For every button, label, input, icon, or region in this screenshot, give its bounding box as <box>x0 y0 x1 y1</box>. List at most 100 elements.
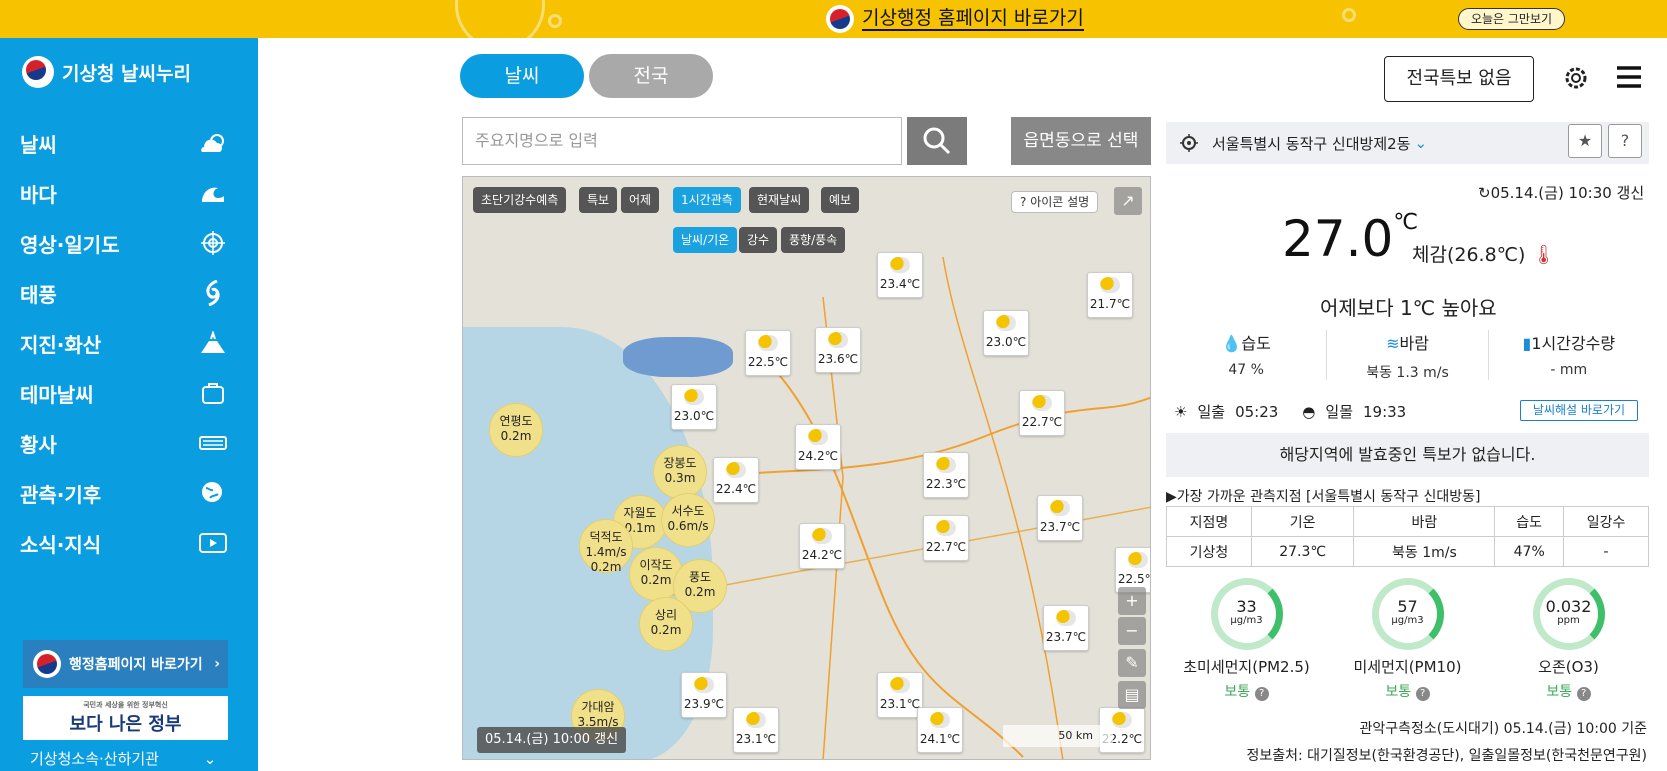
buoy-marker[interactable]: 서수도 0.6m/s <box>661 493 715 547</box>
station-marker[interactable]: 22.7℃ <box>1019 390 1065 436</box>
help-icon[interactable]: ? <box>1254 687 1269 701</box>
banner-decoration <box>455 0 545 38</box>
current-temperature: 27.0℃ <box>1282 210 1418 268</box>
help-icon[interactable]: ? <box>1576 687 1591 701</box>
map-tab-forecast[interactable]: 예보 <box>821 187 860 213</box>
buoy-marker[interactable]: 장봉도 0.3m <box>653 445 707 499</box>
rain-stat: ▮1시간강수량 - mm <box>1489 330 1649 380</box>
sidebar-item-sea[interactable]: 바다 <box>0 168 258 218</box>
current-stats: 💧습도 47 % ≋바람 북동 1.3 m/s ▮1시간강수량 - mm <box>1166 330 1649 381</box>
map-tab-yesterday[interactable]: 어제 <box>621 187 660 213</box>
map-tab-nowcast[interactable]: 초단기강수예측 <box>473 187 567 213</box>
map-tab-warning[interactable]: 특보 <box>579 187 618 213</box>
rain-value: - mm <box>1550 362 1588 378</box>
station-marker[interactable]: 23.0℃ <box>983 310 1029 356</box>
station-marker[interactable]: 23.7℃ <box>1037 495 1083 541</box>
station-marker[interactable]: 23.0℃ <box>671 384 717 430</box>
droplet-icon: 💧 <box>1221 334 1242 353</box>
affiliated-agencies-toggle[interactable]: 기상청소속·산하기관 ⌄ <box>30 748 216 769</box>
banner-decoration <box>1342 8 1356 22</box>
buoy-value: 0.6m/s <box>667 519 709 533</box>
target-icon <box>198 230 228 256</box>
gov-innovation-banner[interactable]: 국민과 세상을 위한 정부혁신 보다 나은 정부 <box>23 696 228 740</box>
brand-logo[interactable]: 기상청 날씨누리 <box>22 56 191 88</box>
menu-icon[interactable] <box>1616 64 1642 94</box>
map-tab-current[interactable]: 현재날씨 <box>749 187 810 213</box>
map-layer-icon[interactable]: ▤ <box>1118 681 1146 709</box>
station-marker[interactable]: 23.1℃ <box>733 707 779 753</box>
map-subtab-weather-temp[interactable]: 날씨/기온 <box>673 227 738 253</box>
sunset-time: 19:33 <box>1363 402 1407 421</box>
external-link-icon[interactable]: ↗ <box>1114 187 1142 215</box>
table-cell: 기상청 <box>1166 536 1252 567</box>
buoy-value: 0.3m <box>664 471 696 485</box>
map-subtab-rain[interactable]: 강수 <box>739 227 778 253</box>
buoy-marker[interactable]: 덕적도 1.4m/s 0.2m <box>579 519 633 574</box>
tab-national[interactable]: 전국 <box>589 54 713 98</box>
station-marker[interactable]: 23.7℃ <box>1043 605 1089 651</box>
search-button[interactable] <box>907 117 967 165</box>
pm25-gauge[interactable]: 33 μg/m3 초미세먼지(PM2.5) 보통 ? <box>1182 578 1312 701</box>
admin-homepage-button[interactable]: 행정홈페이지 바로가기 › <box>23 640 228 688</box>
help-icon[interactable]: ? <box>1608 124 1642 158</box>
zoom-out-button[interactable]: − <box>1118 617 1146 645</box>
station-marker[interactable]: 21.7℃ <box>1087 272 1133 318</box>
temperature-value: 27.0 <box>1282 210 1394 268</box>
map-tab-hourly-obs[interactable]: 1시간관측 <box>673 187 741 213</box>
dismiss-today-button[interactable]: 오늘은 그만보기 <box>1458 8 1565 30</box>
wind-stat: ≋바람 북동 1.3 m/s <box>1327 330 1489 381</box>
buoy-marker[interactable]: 연평도 0.2m <box>489 403 543 457</box>
sidebar-item-news[interactable]: 소식·지식 <box>0 518 258 568</box>
icon-help-button[interactable]: ? 아이콘 설명 <box>1011 191 1099 213</box>
search-icon <box>923 127 951 155</box>
weather-map[interactable]: 초단기강수예측 특보 어제 1시간관측 현재날씨 예보 날씨/기온 강수 풍향/… <box>462 176 1151 760</box>
pm10-gauge[interactable]: 57 μg/m3 미세먼지(PM10) 보통 ? <box>1343 578 1473 701</box>
sidebar-item-weather[interactable]: 날씨 <box>0 118 258 168</box>
buoy-marker[interactable]: 상리 0.2m <box>639 597 693 651</box>
tab-weather[interactable]: 날씨 <box>460 54 584 98</box>
favorite-star-icon[interactable]: ★ <box>1568 124 1602 158</box>
sidebar-item-label: 바다 <box>20 182 57 207</box>
station-marker[interactable]: 24.2℃ <box>799 523 845 569</box>
station-marker[interactable]: 22.3℃ <box>923 452 969 498</box>
buoy-name: 덕적도 <box>589 530 623 544</box>
no-warning-notice: 해당지역에 발효중인 특보가 없습니다. <box>1166 433 1649 477</box>
sidebar-item-imagery[interactable]: 영상·일기도 <box>0 218 258 268</box>
feels-like: 체감(26.8℃) 🌡 <box>1412 240 1556 267</box>
weather-explanation-button[interactable]: 날씨해설 바로가기 <box>1520 400 1638 421</box>
gear-icon[interactable] <box>1562 64 1590 96</box>
station-marker[interactable]: 24.1℃ <box>917 707 963 753</box>
zoom-in-button[interactable]: + <box>1118 587 1146 615</box>
gov-banner-text: 보다 나은 정부 <box>69 714 182 735</box>
station-marker[interactable]: 22.4℃ <box>713 457 759 503</box>
sunrise-icon: ☀ <box>1174 402 1188 421</box>
gauge-name: 미세먼지(PM10) <box>1353 658 1462 676</box>
sidebar-item-observation[interactable]: 관측·기후 <box>0 468 258 518</box>
gauge-value: 33 <box>1236 597 1257 616</box>
air-quality: 33 μg/m3 초미세먼지(PM2.5) 보통 ? 57 μg/m3 미세먼지(P… <box>1166 578 1649 701</box>
search-input[interactable]: 주요지명으로 입력 <box>462 117 902 165</box>
sidebar-item-earthquake[interactable]: 지진·화산 <box>0 318 258 368</box>
national-warning-button[interactable]: 전국특보 없음 <box>1384 56 1534 102</box>
brand-name: 기상청 날씨누리 <box>62 62 191 85</box>
station-marker[interactable]: 22.5℃ <box>745 330 791 376</box>
help-icon[interactable]: ? <box>1415 687 1430 701</box>
buoy-value: 0.2m <box>650 623 682 637</box>
map-subtab-wind[interactable]: 풍향/풍속 <box>781 227 846 253</box>
select-by-district-button[interactable]: 읍면동으로 선택 <box>1011 117 1151 165</box>
rain-label: 1시간강수량 <box>1531 334 1616 353</box>
sidebar-item-theme[interactable]: 테마날씨 <box>0 368 258 418</box>
temperature-unit: ℃ <box>1393 210 1419 235</box>
gauge-unit: μg/m3 <box>1391 615 1424 626</box>
ruler-icon[interactable]: ✎ <box>1118 649 1146 677</box>
sidebar-item-typhoon[interactable]: 태풍 <box>0 268 258 318</box>
admin-site-link[interactable]: 기상행정 홈페이지 바로가기 <box>826 5 1084 33</box>
sidebar-item-dust[interactable]: 황사 <box>0 418 258 468</box>
station-marker[interactable]: 23.9℃ <box>681 672 727 718</box>
station-marker[interactable]: 24.2℃ <box>795 424 841 470</box>
station-marker[interactable]: 23.6℃ <box>815 327 861 373</box>
station-marker[interactable]: 22.7℃ <box>923 515 969 561</box>
banner-decoration <box>548 14 562 28</box>
station-marker[interactable]: 23.4℃ <box>877 252 923 298</box>
ozone-gauge[interactable]: 0.032 ppm 오존(O3) 보통 ? <box>1504 578 1634 701</box>
